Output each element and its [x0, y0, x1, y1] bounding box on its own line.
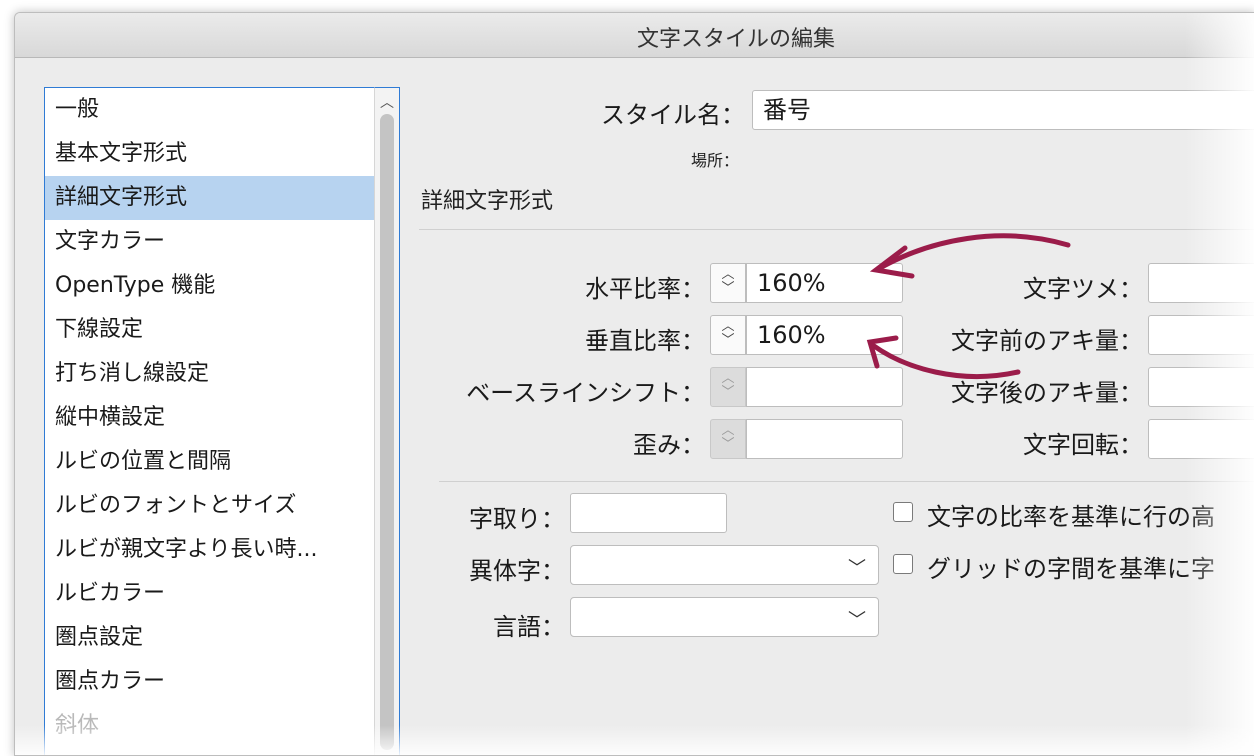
annotation-arrow-vertical — [871, 343, 1021, 380]
annotation-arrow-horizontal — [877, 233, 1071, 271]
annotation-arrows — [866, 233, 1071, 380]
